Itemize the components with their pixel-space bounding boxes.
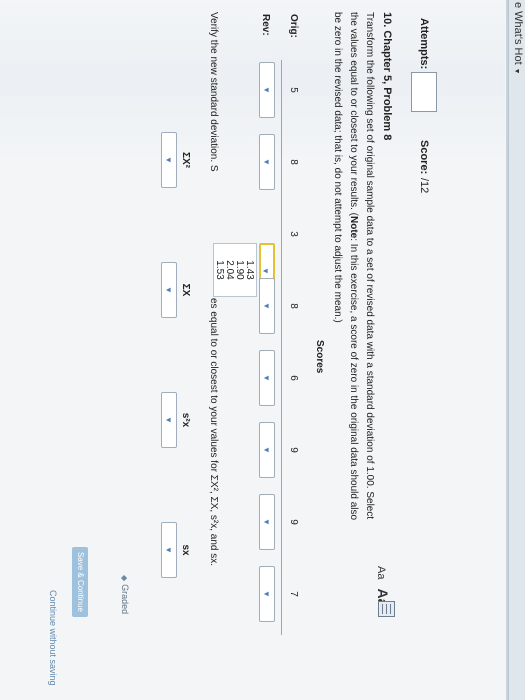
revised-score-dropdown[interactable]: ▼ bbox=[259, 422, 275, 478]
variance-dropdown[interactable]: ▼ bbox=[161, 392, 177, 448]
orig-score: 6 bbox=[288, 375, 299, 381]
dropdown-arrow-icon: ▼ bbox=[164, 286, 173, 294]
stat-label-sum-x-squared: ΣX² bbox=[180, 151, 191, 168]
dropdown-arrow-icon: ▼ bbox=[164, 156, 173, 164]
whats-hot-label: e What's Hot bbox=[512, 2, 524, 65]
verify-instruction: Verify the new standard deviation. S bbox=[208, 12, 219, 172]
revised-score-dropdown[interactable]: ▼ bbox=[259, 350, 275, 406]
sum-x-squared-dropdown[interactable]: ▼ bbox=[161, 132, 177, 188]
instructions-line: Transform the following set of original … bbox=[364, 12, 375, 520]
instructions-line: the values equal to or closest to your r… bbox=[345, 12, 361, 622]
top-navigation-bar: e What's Hot ▼ bbox=[508, 0, 525, 700]
dropdown-arrow-icon: ▼ bbox=[164, 416, 173, 424]
std-dev-dropdown[interactable]: ▼ bbox=[161, 522, 177, 578]
orig-row-label: Orig: bbox=[288, 14, 299, 38]
instructions-text: the values equal to or closest to your r… bbox=[348, 12, 359, 216]
orig-score: 9 bbox=[288, 519, 299, 525]
dropdown-option[interactable]: 1.90 bbox=[234, 244, 245, 296]
problem-title: 10. Chapter 5, Problem 8 bbox=[381, 12, 393, 141]
instructions-text: : In this exercise, a score of zero in t… bbox=[348, 238, 359, 521]
dropdown-arrow-icon: ▼ bbox=[262, 446, 271, 454]
print-icon[interactable] bbox=[378, 601, 395, 617]
verify-instruction-tail: es equal to or closest to your values fo… bbox=[208, 298, 219, 567]
revised-score-dropdown[interactable]: ▼ bbox=[259, 566, 275, 622]
dropdown-option[interactable]: 1.43 bbox=[244, 244, 255, 296]
attempts-indicator bbox=[411, 72, 437, 112]
stat-label-std-dev: sx bbox=[180, 544, 191, 556]
divider bbox=[506, 0, 508, 700]
dropdown-menu: 1.43 1.90 2.04 1.53 bbox=[213, 243, 257, 297]
orig-score: 9 bbox=[288, 447, 299, 453]
orig-score: 3 bbox=[288, 231, 299, 237]
dropdown-arrow-icon: ▼ bbox=[164, 546, 173, 554]
dropdown-arrow-icon: ▼ bbox=[262, 158, 271, 166]
note-label: Note bbox=[348, 216, 359, 239]
problem-instructions: Transform the following set of original … bbox=[329, 12, 377, 622]
screen: e What's Hot ▼ Attempts: Score: /12 10. C… bbox=[0, 0, 525, 700]
dropdown-arrow-icon: ▼ bbox=[262, 86, 271, 94]
dropdown-arrow-icon: ▼ bbox=[262, 302, 271, 310]
graded-label: Graded bbox=[120, 584, 130, 615]
dropdown-arrow-icon: ▼ bbox=[262, 374, 271, 382]
graded-icon: ◆ bbox=[120, 575, 129, 582]
stat-label-sum-x: ΣX bbox=[180, 283, 191, 297]
revised-score-dropdown[interactable]: ▼ bbox=[259, 494, 275, 550]
attempts-label: Attempts: bbox=[418, 18, 430, 70]
dropdown-arrow-icon: ▼ bbox=[262, 518, 271, 526]
dropdown-arrow-icon: ▼ bbox=[262, 590, 271, 598]
graded-indicator: ◆ Graded bbox=[120, 575, 130, 614]
revised-score-dropdown[interactable]: ▼ bbox=[259, 62, 275, 118]
score-value: /12 bbox=[418, 178, 430, 194]
orig-score: 8 bbox=[288, 159, 299, 165]
whats-hot-menu[interactable]: e What's Hot ▼ bbox=[512, 2, 524, 75]
revised-score-dropdown[interactable]: ▼ bbox=[259, 134, 275, 190]
dropdown-option[interactable]: 2.04 bbox=[224, 244, 235, 296]
orig-score: 5 bbox=[288, 87, 299, 93]
chevron-down-icon: ▼ bbox=[513, 67, 520, 75]
orig-score: 7 bbox=[288, 591, 299, 597]
dropdown-option[interactable]: 1.53 bbox=[214, 244, 225, 296]
orig-row-divider bbox=[281, 60, 282, 635]
rev-row-label: Rev: bbox=[260, 14, 271, 36]
save-continue-button[interactable]: Save & Continue bbox=[72, 547, 88, 617]
score-label: Score: bbox=[418, 140, 430, 175]
orig-score: 8 bbox=[288, 303, 299, 309]
stat-label-variance: s²x bbox=[180, 412, 191, 428]
instructions-line: be zero in the revised data; that is, do… bbox=[332, 12, 343, 323]
scores-header: Scores bbox=[314, 340, 325, 374]
revised-score-dropdown[interactable]: ▼ bbox=[259, 278, 275, 334]
sum-x-dropdown[interactable]: ▼ bbox=[161, 262, 177, 318]
continue-without-saving-link[interactable]: Continue without saving bbox=[48, 590, 58, 686]
